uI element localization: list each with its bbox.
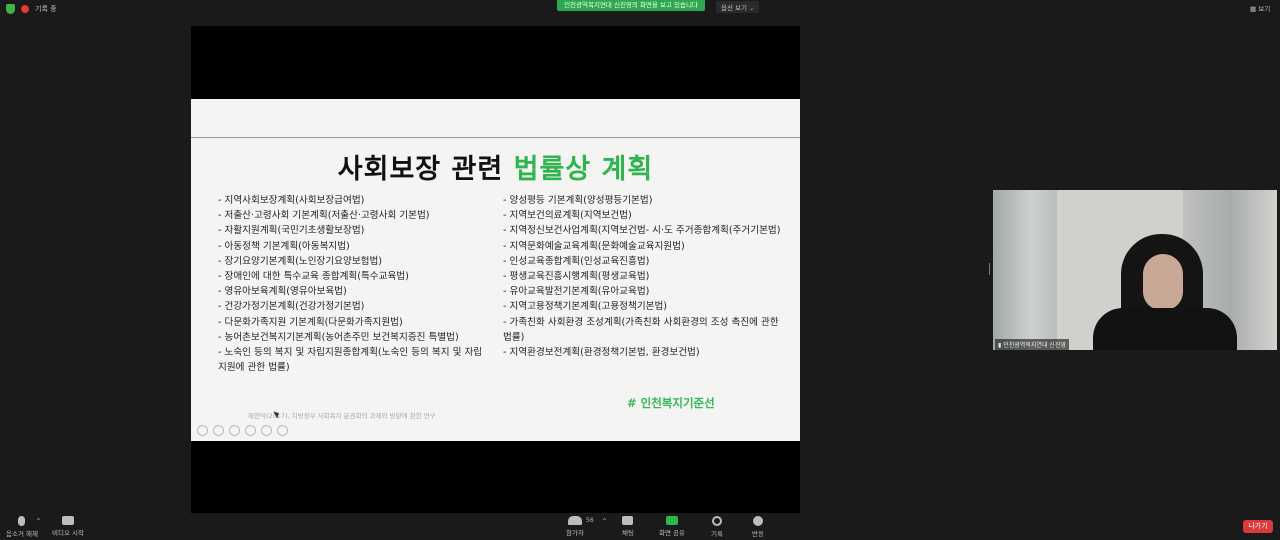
list-item: - 농어촌보건복지기본계획(농어촌주민 보건복지증진 특별법) [218,331,459,343]
share-screen-button[interactable]: 화면 공유 [659,516,685,537]
recording-label: 기록 중 [35,5,57,13]
participant-name: 인천광역복지연대 신진영 [1003,342,1066,349]
right-plan-list: - 양성평등 기본계획(양성평등기본법) - 지역보건의료계획(지역보건법) -… [503,193,788,360]
security-shield-icon[interactable] [6,4,15,14]
participant-video[interactable]: ▮ 인천광역복지연대 신진영 [993,190,1277,350]
participant-body [1093,308,1237,350]
record-label: 기록 [711,530,723,538]
list-item: - 자활지원계획(국민기초생활보장법) [218,225,365,237]
list-item: - 장애인에 대한 특수교육 종합계획(특수교육법) [218,271,409,283]
zoom-icon[interactable] [261,425,272,436]
participants-chevron-icon[interactable]: ^ [602,518,607,525]
list-item: - 지역보건의료계획(지역보건법) [503,210,632,222]
share-screen-label: 화면 공유 [659,529,685,537]
reactions-icon [752,516,763,526]
participants-button[interactable]: 참가자 [566,516,584,537]
view-label: 보기 [1258,5,1271,13]
reactions-button[interactable]: 반응 [752,516,764,538]
list-item: - 인성교육종합계획(인성교육진흥법) [503,255,650,267]
share-screen-icon [666,516,678,525]
start-video-label: 비디오 시작 [52,529,84,537]
microphone-muted-icon [18,516,26,526]
list-item: - 다문화가족지원 기본계획(다문화가족지원법) [218,316,403,328]
slide-divider [191,137,800,138]
viewing-share-banner: 인천광역복지연대 신진영의 화면을 보고 있습니다 [557,0,705,11]
participants-label: 참가자 [566,529,584,537]
background-curtain-left [993,190,1057,350]
chevron-down-icon: ⌄ [749,5,755,12]
participants-count: 56 [586,517,594,524]
list-item: - 지역문화예술교육계획(문화예술교육지원법) [503,240,685,252]
leave-meeting-button[interactable]: 나가기 [1243,520,1273,533]
list-item: - 유아교육발전기본계획(유아교육법) [503,286,650,298]
list-item: - 지역사회보장계획(사회보장급여법) [218,195,365,206]
list-item: - 지역정신보건사업계획(지역보건법- 시·도 주거종합계획(주거기본법) [503,225,781,237]
list-item: - 장기요양기본계획(노인장기요양보험법) [218,255,383,267]
recording-icon [21,5,29,13]
shared-screen: 사회보장 관련 법률상 계획 - 지역사회보장계획(사회보장급여법) - 저출산… [191,26,800,513]
list-item: - 지역고용정책기본계획(고용정책기본법) [503,301,668,313]
left-plan-list: - 지역사회보장계획(사회보장급여법) - 저출산·고령사회 기본계획(저출산·… [218,193,488,375]
list-item: - 가족친화 사회환경 조성계획(가족친화 사회환경의 조성 촉진에 관한 법률… [503,316,779,343]
participants-icon [567,516,582,525]
reactions-label: 반응 [752,530,764,538]
hashtag-label: # 인천복지기준선 [627,396,715,410]
list-item: - 저출산·고령사회 기본계획(저출산·고령사회 기본법) [218,210,430,222]
chat-button[interactable]: 채팅 [622,516,634,537]
list-item: - 평생교육진흥시행계획(평생교육법) [503,271,650,283]
view-options-label: 옵션 보기 [721,4,747,12]
list-item: - 지역환경보전계획(환경정책기본법, 환경보건법) [503,347,700,359]
participant-name-tag: ▮ 인천광역복지연대 신진영 [995,339,1069,350]
video-off-icon [61,516,74,525]
more-options-icon[interactable] [277,425,288,436]
signal-icon: ▮ [998,342,1002,349]
pen-icon[interactable] [229,425,240,436]
record-button[interactable]: 기록 [711,516,723,538]
chat-icon [622,516,634,525]
list-item: - 노숙인 등의 복지 및 자립지원종합계획(노숙인 등의 복지 및 자립지원에… [218,347,483,374]
slide-title-plain: 사회보장 관련 [337,154,514,185]
next-slide-icon[interactable] [213,425,224,436]
presentation-slide: 사회보장 관련 법률상 계획 - 지역사회보장계획(사회보장급여법) - 저출산… [191,99,800,441]
record-icon [711,516,722,526]
grid-icon: ▦ [1250,5,1257,13]
chat-label: 채팅 [622,529,634,537]
unmute-button[interactable]: 음소거 해제 [6,516,38,538]
slide-title: 사회보장 관련 법률상 계획 [191,147,800,186]
view-options-button[interactable]: 옵션 보기 ⌄ [716,1,760,13]
list-item: - 양성평등 기본계획(양성평등기본법) [503,195,653,206]
slideshow-controls [197,425,288,436]
list-item: - 영유아보육계획(영유아보육법) [218,286,347,298]
slides-overview-icon[interactable] [245,425,256,436]
previous-slide-icon[interactable] [197,425,208,436]
list-item: - 아동정책 기본계획(아동복지법) [218,240,350,252]
slide-title-highlight: 법률상 계획 [513,154,654,185]
participant-face [1143,254,1183,310]
unmute-label: 음소거 해제 [6,530,38,538]
start-video-button[interactable]: 비디오 시작 [52,516,84,537]
list-item: - 건강가정기본계획(건강가정기본법) [218,301,365,313]
audio-options-chevron-icon[interactable]: ^ [36,518,41,525]
view-button[interactable]: ▦ 보기 [1250,3,1270,13]
meeting-status: 기록 중 [6,4,57,14]
